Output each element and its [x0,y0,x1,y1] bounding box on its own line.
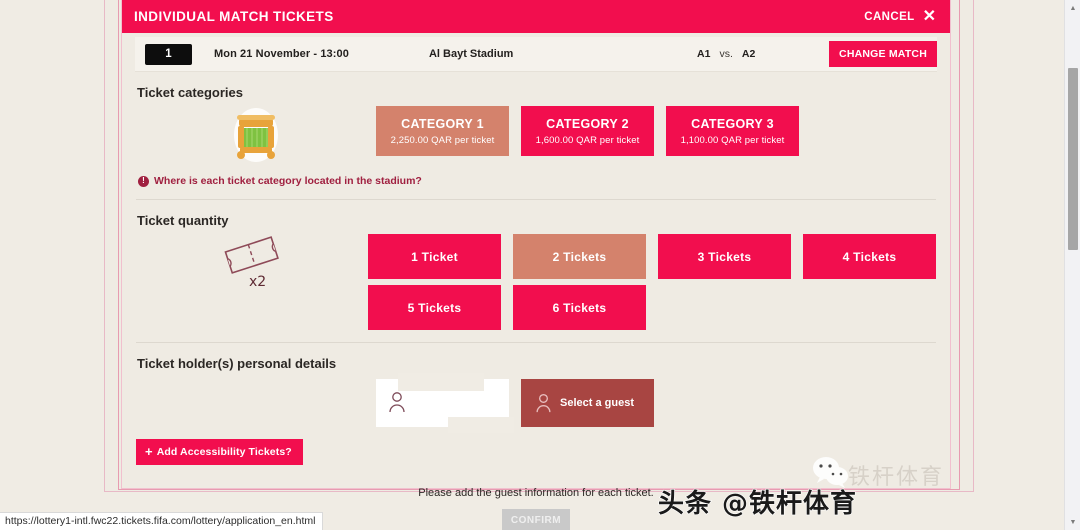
guest-person-icon [536,393,551,413]
ticket-quantity-body: x2 1 Ticket 2 Tickets 3 Tickets 4 Ticket… [136,228,936,330]
info-icon: ! [138,175,149,187]
match-teams: A1 vs. A2 [697,48,755,60]
ticket-categories-section: Ticket categories CATEGORY 1 2,250.00 QA… [122,85,950,187]
ticket-icon-column: x2 [136,228,368,330]
watermark-main: 头条 @铁杆体育 [657,488,858,519]
select-a-guest-label: Select a guest [560,397,634,409]
plus-icon: + [145,444,153,459]
ticket-quantity-section: Ticket quantity x2 1 Ticket 2 Tickets 3 … [122,213,950,330]
category-label: CATEGORY 1 [401,116,484,131]
category-label: CATEGORY 2 [546,116,629,131]
ticket-quantity-title: Ticket quantity [137,213,229,228]
cancel-button[interactable]: CANCEL ✕ [864,8,936,25]
change-match-button[interactable]: CHANGE MATCH [829,41,937,67]
ticket-holders-section: Ticket holder(s) personal details Select… [122,356,950,465]
scroll-up-arrow[interactable]: ▲ [1065,0,1080,16]
ticket-holder-field[interactable] [376,373,514,433]
guest-row: Select a guest [376,373,936,433]
cancel-label: CANCEL [864,10,915,23]
category-location-label: Where is each ticket category located in… [154,175,422,187]
ticket-categories-title: Ticket categories [137,85,243,100]
category-price: 1,100.00 QAR per ticket [680,134,785,146]
watermark-faint: 铁杆体育 [848,465,945,490]
scrollbar-thumb[interactable] [1068,68,1078,250]
add-accessibility-tickets-button[interactable]: + Add Accessibility Tickets? [136,439,303,465]
quantity-option-1[interactable]: 1 Ticket [368,234,501,279]
quantity-option-4[interactable]: 4 Tickets [803,234,936,279]
ticket-icon-caption: x2 [249,274,266,290]
holder-fields: Select a guest [376,371,936,433]
quantity-label: 4 Tickets [842,249,897,264]
individual-match-tickets-panel: INDIVIDUAL MATCH TICKETS CANCEL ✕ 1 Mon … [121,0,951,530]
category-option-2[interactable]: CATEGORY 2 1,600.00 QAR per ticket [521,106,654,156]
category-option-3[interactable]: CATEGORY 3 1,100.00 QAR per ticket [666,106,799,156]
section-divider-2 [136,342,936,343]
select-a-guest-button[interactable]: Select a guest [521,379,654,427]
quantity-row-1: 1 Ticket 2 Tickets 3 Tickets 4 Tickets [368,234,936,279]
quantity-label: 1 Ticket [411,249,458,264]
away-team: A2 [741,48,756,60]
stadium-icon [234,108,278,162]
status-bar-url: https://lottery1-intl.fwc22.tickets.fifa… [0,512,324,530]
quantity-option-3[interactable]: 3 Tickets [658,234,791,279]
redaction-overlay-bottom [448,417,514,433]
quantity-label: 5 Tickets [407,300,462,315]
panel-header: INDIVIDUAL MATCH TICKETS CANCEL ✕ [122,0,950,33]
ticket-holders-title: Ticket holder(s) personal details [137,356,337,371]
category-option-1[interactable]: CATEGORY 1 2,250.00 QAR per ticket [376,106,509,156]
quantity-option-2[interactable]: 2 Tickets [513,234,646,279]
ticket-holders-body: Select a guest [136,371,936,433]
quantity-option-5[interactable]: 5 Tickets [368,285,501,330]
holders-icon-column [136,371,376,427]
home-team: A1 [697,48,711,60]
match-datetime: Mon 21 November - 13:00 [214,48,349,60]
category-options: CATEGORY 1 2,250.00 QAR per ticket CATEG… [376,100,936,164]
section-divider-1 [136,199,936,200]
category-label: CATEGORY 3 [691,116,774,131]
category-row: CATEGORY 1 2,250.00 QAR per ticket CATEG… [376,106,936,156]
close-icon[interactable]: ✕ [923,8,936,25]
vs-label: vs. [719,48,733,60]
person-icon [389,392,405,413]
ticket-categories-body: CATEGORY 1 2,250.00 QAR per ticket CATEG… [136,100,936,164]
ticket-icon: x2 [224,236,279,290]
quantity-options: 1 Ticket 2 Tickets 3 Tickets 4 Tickets 5… [368,228,936,330]
scroll-down-arrow[interactable]: ▼ [1065,514,1080,530]
confirm-button[interactable]: CONFIRM [502,509,570,530]
quantity-label: 3 Tickets [697,249,752,264]
page-scrollbar[interactable]: ▲ ▼ [1064,0,1080,530]
quantity-row-2: 5 Tickets 6 Tickets [368,285,936,330]
match-summary-row: 1 Mon 21 November - 13:00 Al Bayt Stadiu… [135,37,937,72]
quantity-label: 6 Tickets [552,300,607,315]
stadium-icon-column [136,100,376,164]
category-price: 2,250.00 QAR per ticket [390,134,495,146]
add-accessibility-label: Add Accessibility Tickets? [156,445,292,458]
redaction-overlay-top [398,373,484,391]
quantity-label: 2 Tickets [552,249,607,264]
screenshot-root: INDIVIDUAL MATCH TICKETS CANCEL ✕ 1 Mon … [0,0,1080,530]
quantity-option-6[interactable]: 6 Tickets [513,285,646,330]
match-venue: Al Bayt Stadium [428,48,514,60]
category-location-link[interactable]: ! Where is each ticket category located … [138,175,936,187]
panel-title: INDIVIDUAL MATCH TICKETS [134,9,334,24]
category-price: 1,600.00 QAR per ticket [535,134,640,146]
match-number-badge: 1 [145,43,192,65]
